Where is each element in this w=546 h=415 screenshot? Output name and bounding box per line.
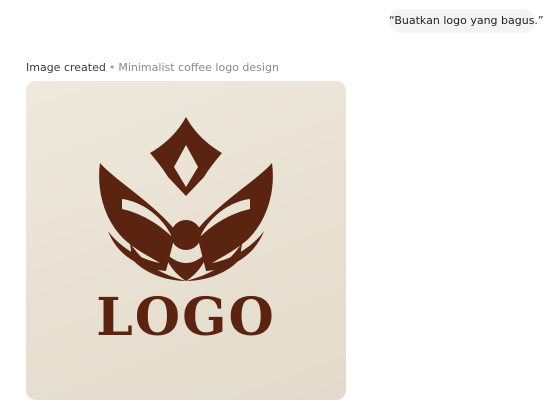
- status-separator: •: [108, 61, 116, 74]
- generated-image[interactable]: LOGO: [26, 81, 346, 400]
- image-created-label: Image created: [26, 61, 106, 74]
- image-caption: Minimalist coffee logo design: [118, 61, 279, 74]
- chat-page: “Buatkan logo yang bagus.” Image created…: [0, 0, 546, 415]
- image-status-line: Image created • Minimalist coffee logo des…: [26, 61, 279, 75]
- logo-wordmark: LOGO: [96, 287, 276, 348]
- user-message-bubble: “Buatkan logo yang bagus.”: [389, 9, 544, 33]
- coffee-logo-emblem-icon: [99, 117, 273, 281]
